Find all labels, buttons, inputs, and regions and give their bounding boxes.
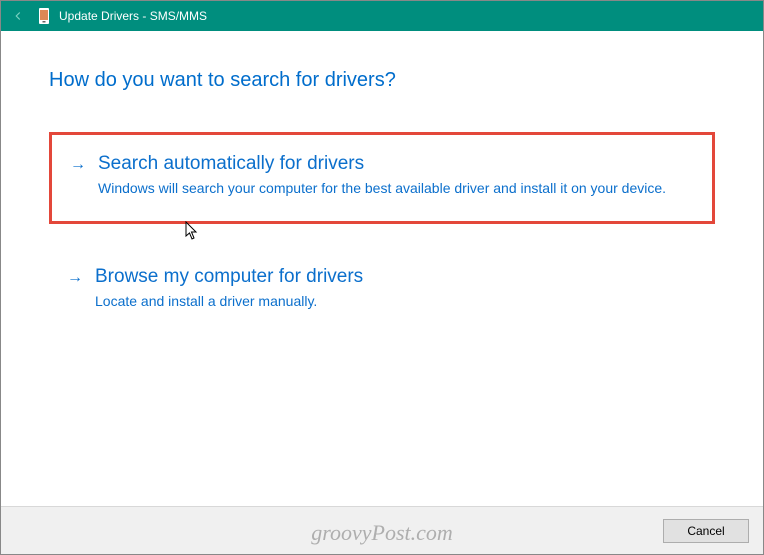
dialog-heading: How do you want to search for drivers? bbox=[49, 69, 715, 92]
device-icon bbox=[37, 7, 51, 25]
option-description: Locate and install a driver manually. bbox=[95, 292, 697, 312]
option-title: Search automatically for drivers bbox=[98, 153, 694, 175]
cancel-button[interactable]: Cancel bbox=[663, 519, 749, 543]
dialog-content: How do you want to search for drivers? →… bbox=[1, 31, 763, 333]
back-icon[interactable] bbox=[9, 7, 27, 25]
titlebar: Update Drivers - SMS/MMS bbox=[1, 1, 763, 31]
option-title: Browse my computer for drivers bbox=[95, 266, 697, 288]
dialog-footer: Cancel bbox=[1, 506, 763, 554]
option-search-automatically[interactable]: → Search automatically for drivers Windo… bbox=[49, 132, 715, 224]
option-description: Windows will search your computer for th… bbox=[98, 179, 694, 199]
arrow-right-icon: → bbox=[67, 270, 85, 286]
option-browse-computer[interactable]: → Browse my computer for drivers Locate … bbox=[49, 248, 715, 334]
arrow-right-icon: → bbox=[70, 157, 88, 173]
window-title: Update Drivers - SMS/MMS bbox=[59, 9, 207, 23]
